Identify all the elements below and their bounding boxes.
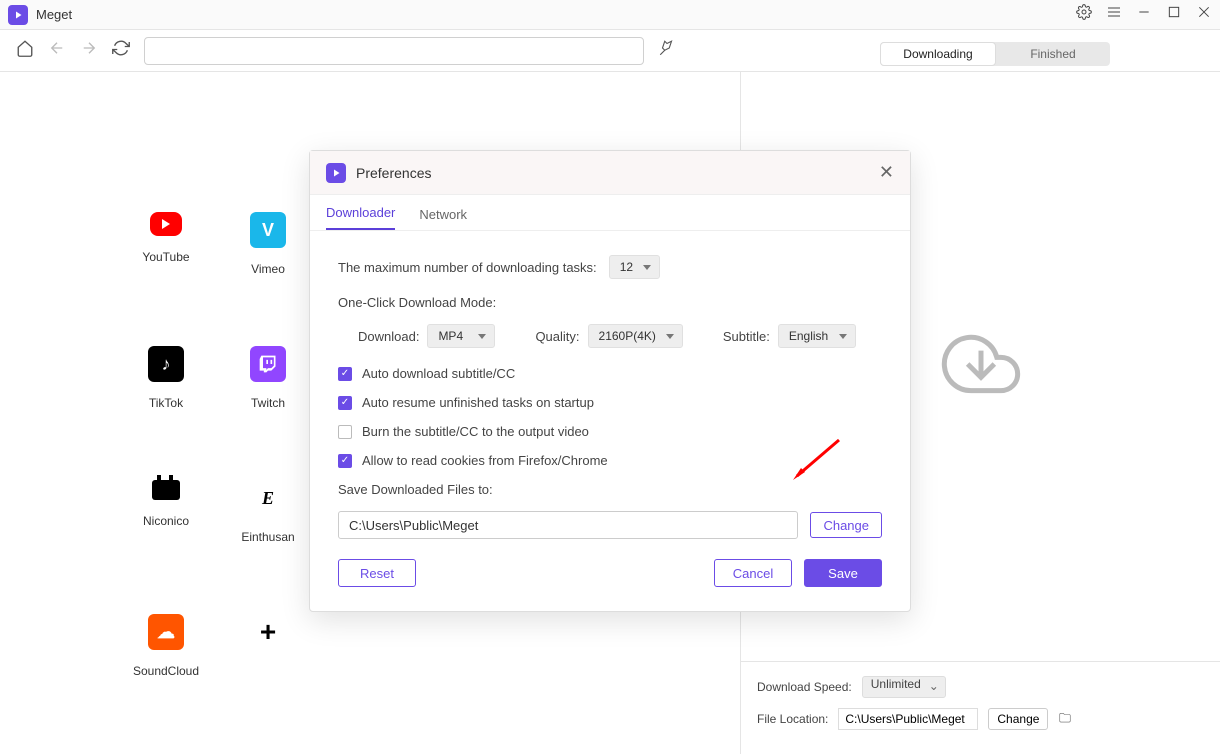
checkbox-read-cookies[interactable] <box>338 454 352 468</box>
checkbox-auto-subtitle[interactable] <box>338 367 352 381</box>
save-path-input[interactable] <box>338 511 798 539</box>
checkbox-auto-subtitle-label: Auto download subtitle/CC <box>362 366 515 381</box>
max-tasks-select[interactable]: 12 <box>609 255 660 279</box>
quality-label: Quality: <box>535 329 579 344</box>
preferences-dialog: Preferences ✕ Downloader Network The max… <box>309 150 911 612</box>
download-format-label: Download: <box>358 329 419 344</box>
save-path-label: Save Downloaded Files to: <box>338 482 882 497</box>
checkbox-auto-resume[interactable] <box>338 396 352 410</box>
quality-select[interactable]: 2160P(4K) <box>588 324 683 348</box>
tab-network[interactable]: Network <box>419 207 467 230</box>
oneclick-label: One-Click Download Mode: <box>338 295 882 310</box>
checkbox-auto-resume-label: Auto resume unfinished tasks on startup <box>362 395 594 410</box>
reset-button[interactable]: Reset <box>338 559 416 587</box>
dialog-logo-icon <box>326 163 346 183</box>
checkbox-burn-subtitle[interactable] <box>338 425 352 439</box>
dialog-close-icon[interactable]: ✕ <box>879 162 894 183</box>
dialog-overlay: Preferences ✕ Downloader Network The max… <box>0 0 1220 754</box>
save-button[interactable]: Save <box>804 559 882 587</box>
tab-downloader[interactable]: Downloader <box>326 205 395 230</box>
change-path-button[interactable]: Change <box>810 512 882 538</box>
max-tasks-label: The maximum number of downloading tasks: <box>338 260 597 275</box>
cancel-button[interactable]: Cancel <box>714 559 792 587</box>
download-format-select[interactable]: MP4 <box>427 324 495 348</box>
subtitle-label: Subtitle: <box>723 329 770 344</box>
dialog-title: Preferences <box>356 165 879 181</box>
checkbox-burn-subtitle-label: Burn the subtitle/CC to the output video <box>362 424 589 439</box>
checkbox-read-cookies-label: Allow to read cookies from Firefox/Chrom… <box>362 453 608 468</box>
subtitle-select[interactable]: English <box>778 324 856 348</box>
